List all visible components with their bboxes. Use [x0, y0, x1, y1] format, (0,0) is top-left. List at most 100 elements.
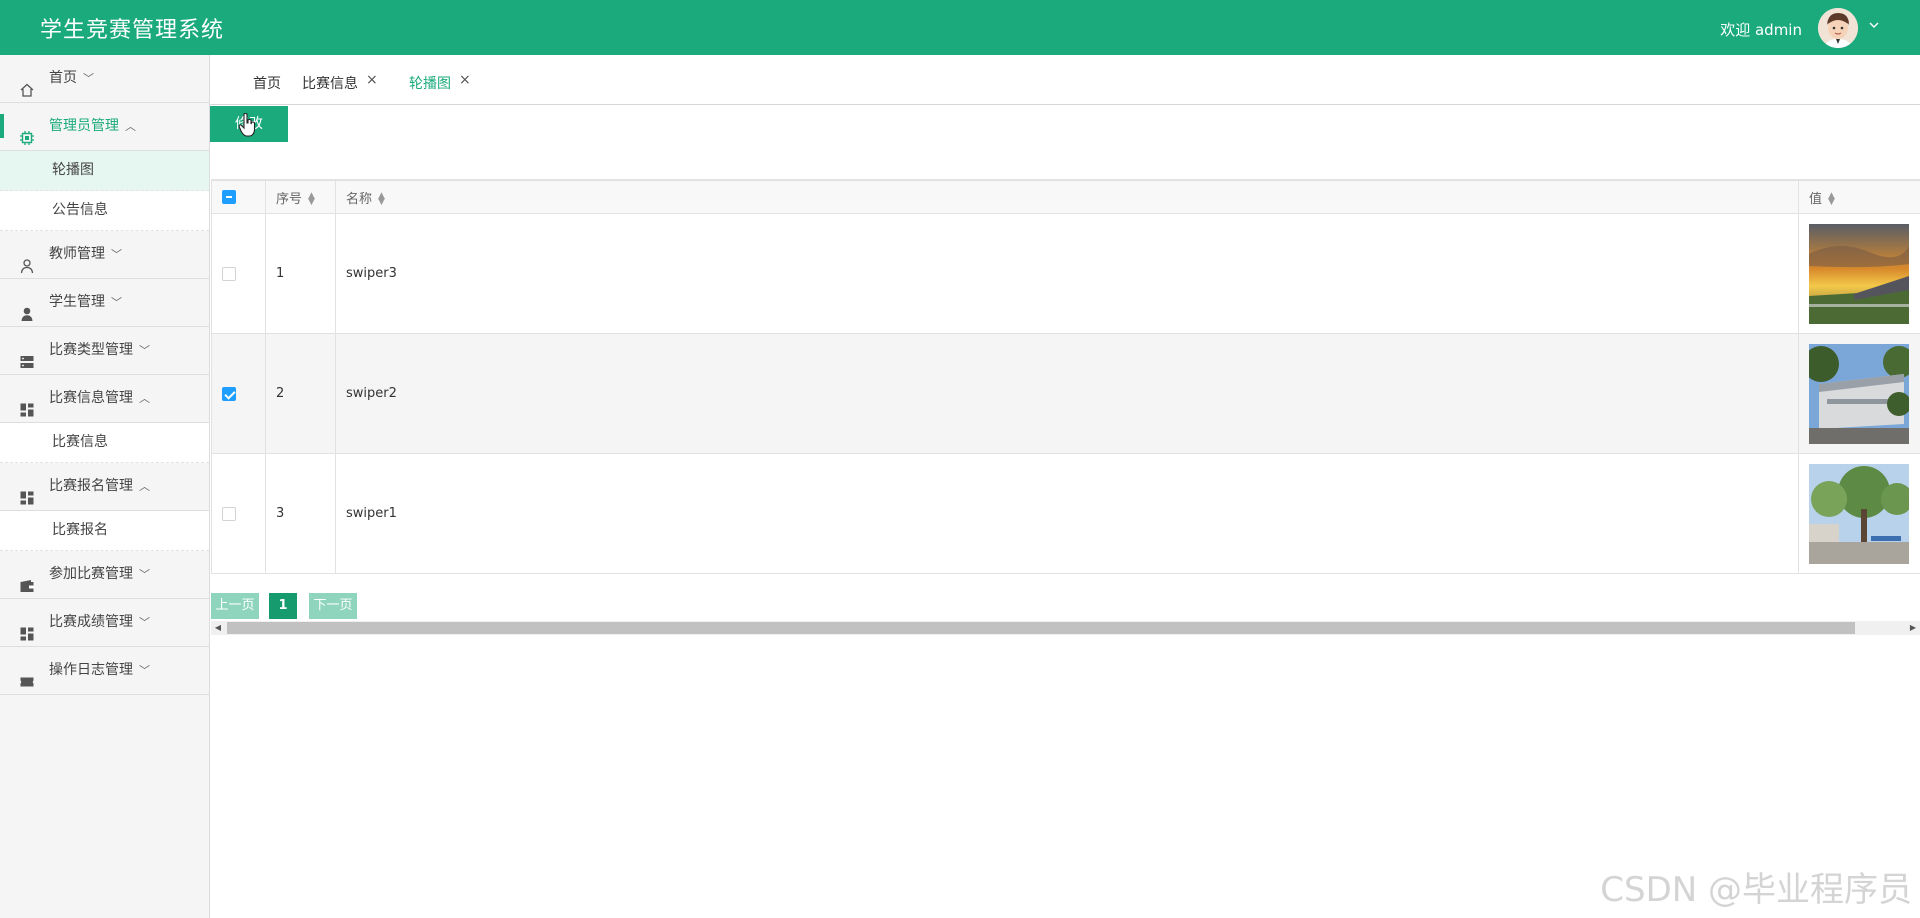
tab-carousel[interactable]: 轮播图 ×: [409, 72, 471, 93]
sidebar-item-label: 比赛报名管理: [49, 478, 133, 494]
app-title: 学生竞赛管理系统: [40, 18, 225, 43]
page-number-button[interactable]: 1: [269, 593, 297, 619]
chevron-up-icon: ︿: [139, 392, 150, 405]
horizontal-scrollbar[interactable]: ◀ ▶: [211, 621, 1920, 635]
campus-trees-photo[interactable]: [1809, 463, 1909, 564]
sidebar-item-join-contest[interactable]: 参加比赛管理 ﹀: [0, 551, 209, 599]
sidebar-subitem[interactable]: 比赛信息: [0, 423, 209, 463]
campus-building-photo[interactable]: [1809, 343, 1909, 444]
data-table: 序号 ▲ ▼ 名称 ▲ ▼ 值 ▲ ▼ 1 swiper3 2 swiper2 …: [211, 179, 1920, 574]
sort-icon[interactable]: ▲ ▼: [308, 192, 315, 207]
chevron-up-icon: ︿: [139, 480, 150, 493]
chevron-down-icon: ﹀: [139, 616, 150, 629]
row-index: 1: [265, 213, 336, 334]
sidebar-item-label: 学生管理: [49, 294, 105, 310]
sidebar-item-contest-type[interactable]: 比赛类型管理 ﹀: [0, 327, 209, 375]
sidebar-subitem[interactable]: 公告信息: [0, 191, 209, 231]
server-icon: [19, 343, 35, 368]
next-page-button[interactable]: 下一页: [309, 593, 357, 619]
chevron-down-icon: ﹀: [111, 296, 122, 309]
tab-carousel-label: 轮播图: [409, 76, 451, 92]
avatar-illustration: [1818, 8, 1858, 48]
column-label-value: 值: [1809, 191, 1823, 207]
sunset-field-photo[interactable]: [1809, 223, 1909, 324]
row-name: swiper1: [335, 453, 1799, 574]
sidebar-item-oplog[interactable]: 操作日志管理 ﹀: [0, 647, 209, 695]
dashboard-icon: [19, 479, 35, 505]
sidebar-item-admin[interactable]: 管理员管理 ︿: [0, 103, 209, 151]
dashboard-icon: [19, 391, 35, 417]
sidebar-item-contest-score[interactable]: 比赛成绩管理 ﹀: [0, 599, 209, 647]
sidebar-item-student[interactable]: 学生管理 ﹀: [0, 279, 209, 327]
close-icon[interactable]: ×: [366, 72, 378, 88]
chevron-up-icon: ︿: [125, 120, 136, 133]
person-outline-icon: [19, 247, 35, 274]
sidebar-subitem[interactable]: 轮播图: [0, 151, 209, 191]
tab-contest-info-label: 比赛信息: [302, 76, 358, 92]
watermark: CSDN @毕业程序员: [1600, 870, 1912, 910]
sidebar-item-contest-signup[interactable]: 比赛报名管理 ︿: [0, 463, 209, 511]
prev-page-button[interactable]: 上一页: [211, 593, 259, 619]
sidebar-item-home[interactable]: 首页 ﹀: [0, 55, 209, 103]
scroll-left-icon[interactable]: ◀: [211, 621, 225, 635]
table-row[interactable]: 1 swiper3: [211, 213, 1920, 334]
sidebar-subitem[interactable]: 比赛报名: [0, 511, 209, 551]
close-icon[interactable]: ×: [459, 72, 471, 88]
user-avatar[interactable]: [1818, 8, 1858, 48]
row-name: swiper3: [335, 213, 1799, 334]
scrollbar-thumb[interactable]: [227, 622, 1855, 634]
column-header-name[interactable]: 名称 ▲ ▼: [335, 180, 1799, 214]
scroll-right-icon[interactable]: ▶: [1906, 621, 1920, 635]
sidebar-item-label: 参加比赛管理: [49, 566, 133, 582]
top-bar: 学生竞赛管理系统 欢迎 admin: [0, 0, 1920, 55]
sidebar-item-contest-info[interactable]: 比赛信息管理 ︿: [0, 375, 209, 423]
sidebar-item-label: 操作日志管理: [49, 662, 133, 678]
row-image-cell: [1798, 213, 1920, 334]
chip-icon: [19, 119, 35, 145]
chevron-down-icon: ﹀: [139, 344, 150, 357]
chevron-down-icon: ﹀: [139, 568, 150, 581]
table-row[interactable]: 2 swiper2: [211, 333, 1920, 454]
dashboard-icon: [19, 615, 35, 641]
row-image-cell: [1798, 333, 1920, 454]
welcome-text: 欢迎 admin: [1720, 21, 1802, 39]
sidebar-item-label: 比赛成绩管理: [49, 614, 133, 630]
tab-bar: 首页 比赛信息 × 轮播图 ×: [210, 55, 1920, 105]
sort-icon[interactable]: ▲ ▼: [1828, 192, 1835, 207]
row-name: swiper2: [335, 333, 1799, 454]
chevron-down-icon[interactable]: [1868, 19, 1880, 35]
person-icon: [19, 295, 35, 321]
row-checkbox[interactable]: [222, 386, 236, 401]
table-header-row: 序号 ▲ ▼ 名称 ▲ ▼ 值 ▲ ▼: [211, 180, 1920, 214]
select-all-checkbox[interactable]: [222, 190, 236, 204]
sidebar-item-label: 首页: [49, 70, 77, 86]
sidebar-item-label: 教师管理: [49, 246, 105, 262]
tab-home[interactable]: 首页: [253, 73, 281, 93]
column-header-index[interactable]: 序号 ▲ ▼: [265, 180, 336, 214]
chevron-down-icon: ﹀: [111, 248, 122, 261]
ticket-icon: [19, 663, 35, 687]
sort-icon[interactable]: ▲ ▼: [378, 192, 385, 207]
row-index: 2: [265, 333, 336, 454]
home-icon: [19, 71, 35, 97]
column-label-index: 序号: [276, 191, 303, 207]
wallet-icon: [19, 567, 35, 592]
sidebar-item-label: 比赛信息管理: [49, 390, 133, 406]
chevron-down-icon: ﹀: [139, 664, 150, 677]
column-label-name: 名称: [346, 191, 373, 207]
column-header-value[interactable]: 值 ▲ ▼: [1798, 180, 1920, 214]
hand-cursor-icon: [238, 112, 256, 137]
sidebar-item-teacher[interactable]: 教师管理 ﹀: [0, 231, 209, 279]
table-row[interactable]: 3 swiper1: [211, 453, 1920, 574]
row-index: 3: [265, 453, 336, 574]
sidebar: 首页 ﹀ 管理员管理 ︿ 轮播图 公告信息教师管理 ﹀ 学生管理 ﹀ 比赛类型管理 ﹀ 比赛信息管理 ︿…: [0, 55, 210, 918]
sidebar-item-label: 比赛类型管理: [49, 342, 133, 358]
sidebar-item-label: 管理员管理: [49, 118, 119, 134]
tab-home-label: 首页: [253, 76, 281, 92]
row-image-cell: [1798, 453, 1920, 574]
row-checkbox[interactable]: [222, 266, 236, 281]
tab-contest-info[interactable]: 比赛信息 ×: [302, 72, 378, 93]
chevron-down-icon: ﹀: [83, 72, 94, 85]
select-all-cell: [211, 180, 266, 214]
row-checkbox[interactable]: [222, 506, 236, 521]
